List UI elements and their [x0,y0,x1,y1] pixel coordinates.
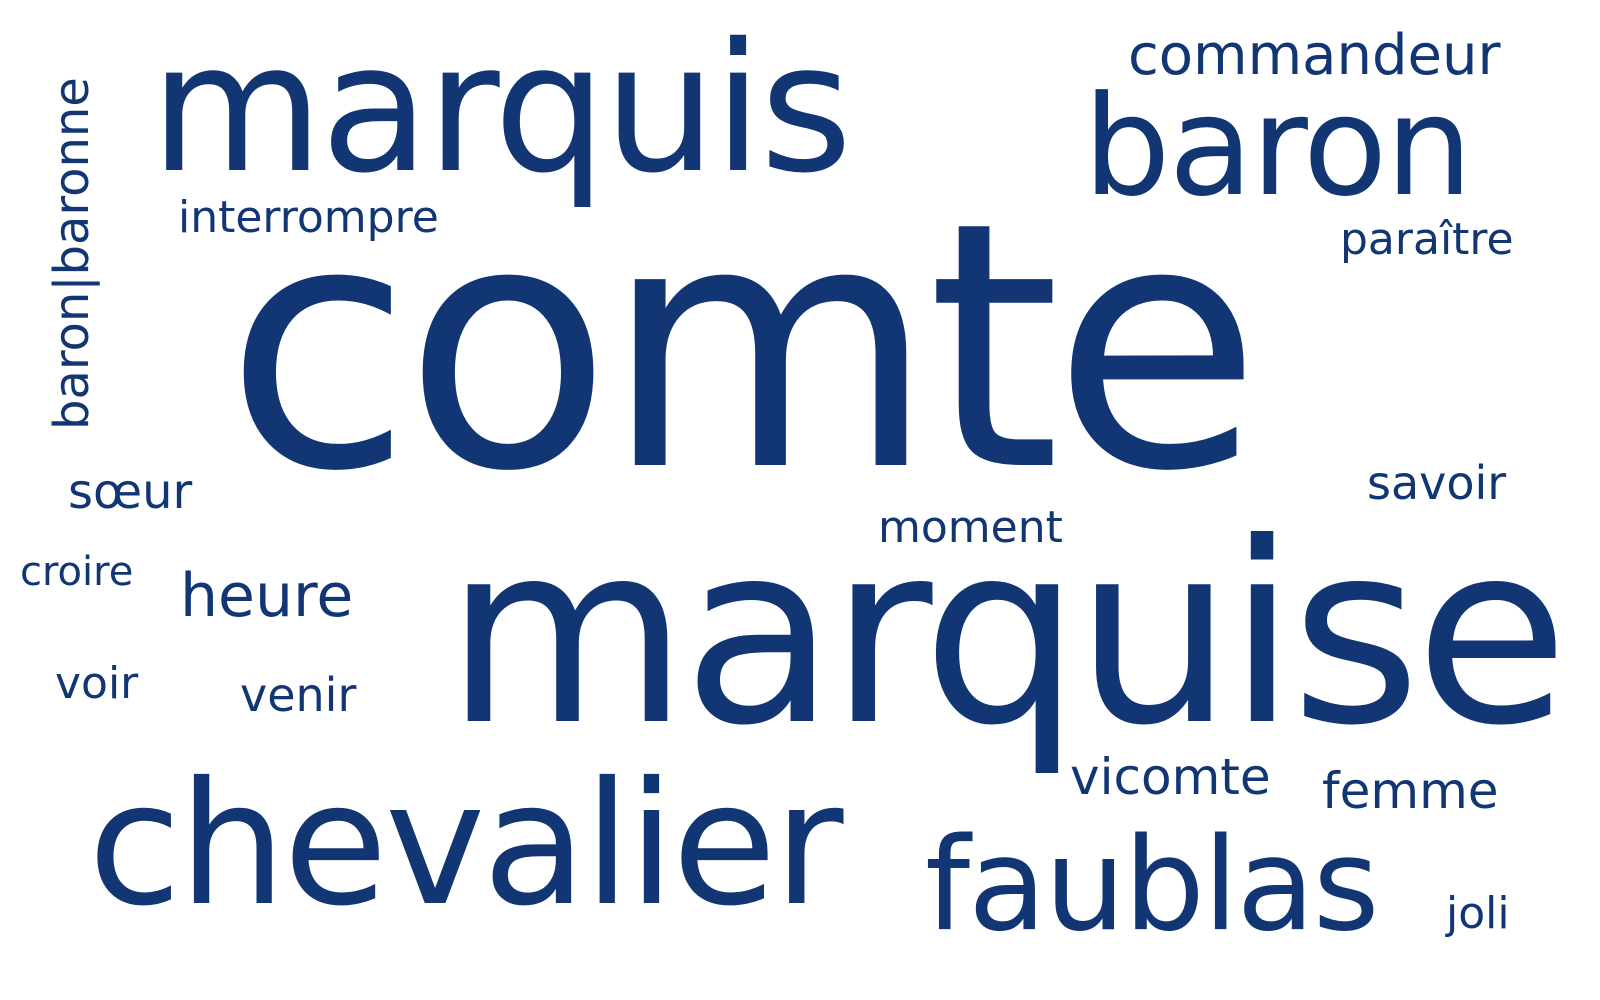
word-joli: joli [1446,888,1510,939]
word-venir: venir [240,668,357,722]
word-savoir: savoir [1367,456,1507,510]
word-commandeur: commandeur [1128,23,1501,88]
word-moment: moment [878,502,1063,553]
word-interrompre: interrompre [178,192,439,243]
word-heure: heure [180,561,354,631]
word-paraitre: paraître [1340,214,1514,265]
word-baron-baronne: baron|baronne [44,77,100,430]
word-baron: baron [1083,66,1473,227]
word-vicomte: vicomte [1070,748,1271,806]
word-cloud: comte marquise marquis chevalier baron f… [0,0,1600,1000]
word-voir: voir [55,658,139,709]
word-marquis: marquis [150,5,853,212]
word-chevalier: chevalier [88,746,844,944]
word-croire: croire [20,549,134,595]
word-soeur: sœur [68,464,193,520]
word-femme: femme [1322,762,1499,820]
word-faublas: faublas [925,811,1380,960]
